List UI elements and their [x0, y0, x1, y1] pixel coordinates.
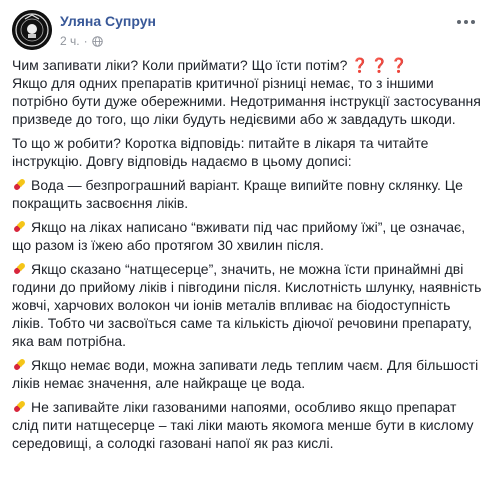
list-item: Якщо сказано “натщесерце”, значить, не м…: [12, 260, 482, 350]
intro-text: Якщо для одних препаратів критичної різн…: [12, 75, 481, 127]
more-options-icon[interactable]: [454, 14, 478, 30]
author-name[interactable]: Уляна Супрун: [60, 13, 156, 29]
pill-icon: [14, 179, 25, 190]
question-line: Чим запивати ліки? Коли приймати? Що їст…: [12, 57, 348, 73]
post-body: Чим запивати ліки? Коли приймати? Що їст…: [12, 56, 482, 452]
list-item: Якщо на ліках написано “вживати під час …: [12, 218, 482, 254]
list-item-text: Якщо сказано “натщесерце”, значить, не м…: [12, 261, 482, 349]
post-intro-paragraph: Чим запивати ліки? Коли приймати? Що їст…: [12, 56, 482, 128]
pill-icon: [14, 221, 25, 232]
globe-icon[interactable]: [91, 35, 103, 47]
post-timestamp[interactable]: 2 ч.: [60, 34, 80, 48]
pill-icon: [14, 401, 25, 412]
question-marks-emoji: ❓❓❓: [351, 57, 410, 73]
list-item-text: Якщо на ліках написано “вживати під час …: [12, 219, 466, 253]
answer-paragraph: То що ж робити? Коротка відповідь: питай…: [12, 135, 429, 169]
list-item: Якщо немає води, можна запивати ледь теп…: [12, 356, 482, 392]
post-meta: 2 ч. ·: [60, 34, 103, 48]
pill-icon: [14, 359, 25, 370]
author-avatar[interactable]: [12, 10, 52, 50]
post-header: Уляна Супрун 2 ч. ·: [12, 10, 480, 50]
pill-icon: [14, 263, 25, 274]
list-item: Не запивайте ліки газованими напоями, ос…: [12, 398, 482, 452]
list-item-text: Якщо немає води, можна запивати ледь теп…: [12, 357, 479, 391]
list-item-text: Не запивайте ліки газованими напоями, ос…: [12, 399, 474, 451]
facebook-post: Уляна Супрун 2 ч. · Чим запивати ліки? К…: [0, 0, 492, 479]
list-item: Вода — безпрограшний варіант. Краще випи…: [12, 176, 482, 212]
list-item-text: Вода — безпрограшний варіант. Краще випи…: [12, 177, 463, 211]
